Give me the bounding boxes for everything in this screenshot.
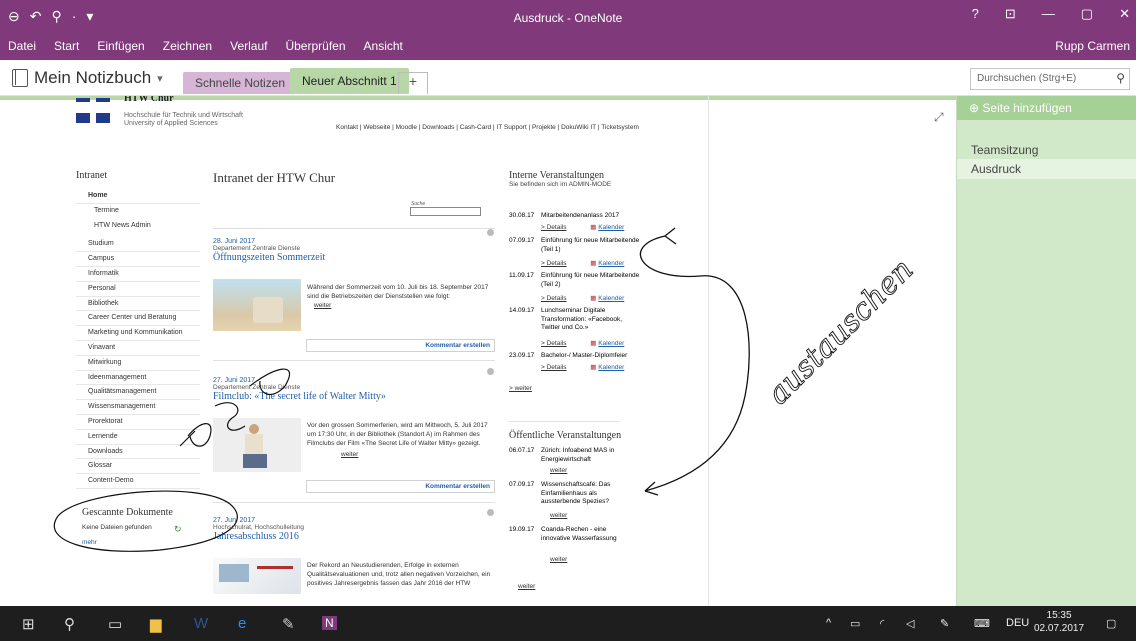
notebook-bar: Mein Notizbuch ▾ Schnelle Notizen Neuer … [0,60,1136,96]
menu-datei[interactable]: Datei [8,39,36,53]
chevron-up-icon[interactable]: ^ [826,617,831,629]
onenote-window: ⊖ ↶ ⚲ · ▾ Ausdruck - OneNote ? ⊡ — ▢ ✕ D… [0,0,1136,641]
keyboard-icon[interactable]: ⌨ [974,617,990,630]
wifi-icon[interactable]: ◜ [880,617,884,630]
windows-start-icon[interactable]: ⊞ [22,615,35,633]
notifications-icon[interactable]: ▢ [1106,617,1116,630]
ink-number-1050 [179,368,291,447]
plus-circle-icon: ⊕ [969,101,980,115]
add-page-label: Seite hinzufügen [982,101,1072,115]
chevron-down-icon: ▾ [157,72,163,85]
ribbon-display-button[interactable]: ⊡ [1005,6,1016,22]
notebook-selector[interactable]: Mein Notizbuch ▾ [12,68,163,88]
tab-schnelle-notizen[interactable]: Schnelle Notizen [183,72,298,94]
menu-ansicht[interactable]: Ansicht [364,39,403,53]
clock-time: 15:35 [1046,610,1072,621]
menu-verlauf[interactable]: Verlauf [230,39,267,53]
title-bar: ⊖ ↶ ⚲ · ▾ Ausdruck - OneNote ? ⊡ — ▢ ✕ [0,0,1136,36]
page-item-teamsitzung[interactable]: Teamsitzung [957,140,1136,160]
ink-arrowhead-top [664,227,677,245]
minimize-button[interactable]: — [1042,6,1055,22]
add-section-button[interactable]: + [398,72,428,94]
page-item-ausdruck[interactable]: Ausdruck [957,159,1136,179]
battery-icon[interactable]: ▭ [850,617,860,630]
help-button[interactable]: ? [972,6,979,22]
window-controls: ? ⊡ — ▢ ✕ [972,6,1130,22]
menu-einfuegen[interactable]: Einfügen [97,39,144,53]
tab-neuer-abschnitt[interactable]: Neuer Abschnitt 1 [290,68,409,94]
word-icon[interactable]: W [194,615,208,632]
add-page-button[interactable]: ⊕ Seite hinzufügen [957,96,1136,120]
search-icon[interactable]: ⚲ [1116,71,1125,85]
search-input[interactable]: Durchsuchen (Strg+E) ⚲ [970,68,1130,90]
paint-icon[interactable]: ✎ [282,615,295,633]
ink-circle [53,490,238,552]
ink-layer: austauschen [53,227,921,552]
search-placeholder: Durchsuchen (Strg+E) [977,73,1077,84]
ink-bracket-arrow [639,235,750,492]
onenote-taskbar-icon[interactable]: N [322,616,337,630]
menu-zeichnen[interactable]: Zeichnen [163,39,212,53]
clock[interactable]: 15:35 02.07.2017 [1034,609,1084,635]
task-view-icon[interactable]: ▭ [108,615,122,633]
file-explorer-icon[interactable]: ▆ [150,615,162,633]
menu-start[interactable]: Start [54,39,79,53]
ink-austauschen: austauschen [761,252,920,411]
close-button[interactable]: ✕ [1119,6,1130,22]
ribbon-menu: Datei Start Einfügen Zeichnen Verlauf Üb… [0,36,1136,60]
maximize-button[interactable]: ▢ [1081,6,1093,22]
notebook-title: Mein Notizbuch [34,68,152,87]
pages-panel: ⊕ Seite hinzufügen Teamsitzung Ausdruck [956,96,1136,606]
windows-taskbar: ⊞ ⚲ ▭ ▆ W e ✎ N ^ ▭ ◜ ◁ ✎ ⌨ DEU 15:35 02… [0,606,1136,641]
user-name[interactable]: Rupp Carmen [1055,39,1130,53]
edge-icon[interactable]: e [238,615,246,632]
clock-date: 02.07.2017 [1034,623,1085,634]
volume-icon[interactable]: ◁ [906,617,914,630]
pen-icon[interactable]: ✎ [940,617,949,630]
notebook-icon [12,69,28,87]
search-icon[interactable]: ⚲ [64,615,75,633]
language-indicator[interactable]: DEU [1006,617,1029,629]
menu-ueberpruefen[interactable]: Überprüfen [285,39,345,53]
window-title: Ausdruck - OneNote [513,11,623,25]
